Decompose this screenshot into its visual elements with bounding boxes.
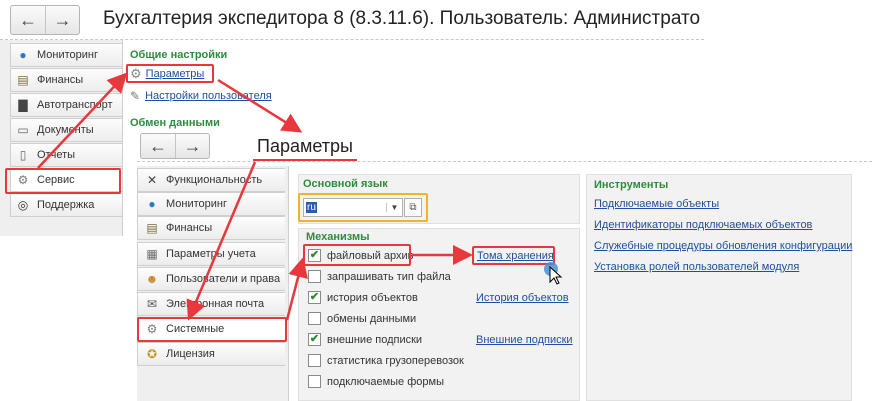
arrow-params-to-callout bbox=[217, 78, 303, 133]
arrow-callout-to-system bbox=[186, 161, 257, 321]
arrow-system-to-archive bbox=[285, 257, 308, 321]
annotation-arrows bbox=[37, 72, 473, 321]
arrow-service-to-params bbox=[37, 72, 128, 169]
